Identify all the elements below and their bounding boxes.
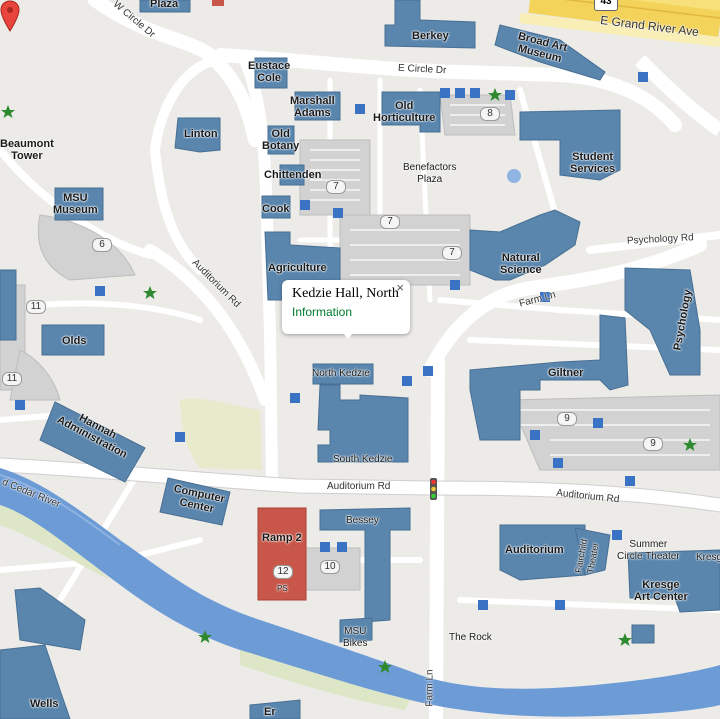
parking-lot-7-c[interactable]: 7 <box>442 246 462 260</box>
building-ramp-2[interactable]: Ramp 2 <box>262 532 302 544</box>
building-south-kedzie[interactable]: South Kedzie <box>333 454 393 466</box>
building-cook[interactable]: Cook <box>262 203 290 215</box>
parking-lot-8[interactable]: 8 <box>480 107 500 121</box>
parking-lot-7-b[interactable]: 7 <box>380 215 400 229</box>
building-olds[interactable]: Olds <box>62 335 86 347</box>
campus-map[interactable]: 43 W Circle Dr E Circle Dr E Grand River… <box>0 0 720 719</box>
building-marshall-adams[interactable]: Marshall Adams <box>290 95 335 119</box>
parking-ramp-12[interactable]: 12 <box>273 565 293 579</box>
parking-lot-10[interactable]: 10 <box>320 560 340 574</box>
building-bessey[interactable]: Bessey <box>346 515 379 527</box>
building-kresge-art-center[interactable]: Kresge Art Center <box>634 579 688 603</box>
parking-lot-6[interactable]: 6 <box>92 238 112 252</box>
building-auditorium[interactable]: Auditorium <box>505 544 564 556</box>
parking-lot-11-a[interactable]: 11 <box>26 300 46 314</box>
popup-information-link[interactable]: Information <box>292 305 352 319</box>
parking-lot-11-b[interactable]: 11 <box>2 372 22 386</box>
building-eustace-cole[interactable]: Eustace Cole <box>248 60 290 84</box>
building-giltner[interactable]: Giltner <box>548 367 583 379</box>
building-wells[interactable]: Wells <box>30 698 59 710</box>
building-natural-science[interactable]: Natural Science <box>500 252 542 276</box>
building-old-horticulture[interactable]: Old Horticulture <box>373 100 435 124</box>
ramp-ps-label: PS <box>277 584 288 593</box>
building-agriculture[interactable]: Agriculture <box>268 262 327 274</box>
popup-close-button[interactable]: × <box>396 280 404 295</box>
road-farm-ln-south: Farm Ln <box>424 669 436 707</box>
road-e-circle-dr: E Circle Dr <box>397 62 447 77</box>
popup-title: Kedzie Hall, North <box>292 286 399 301</box>
highway-43-shield: 43 <box>594 0 618 11</box>
building-beaumont-tower[interactable]: Beaumont Tower <box>0 138 54 162</box>
building-msu-museum[interactable]: MSU Museum <box>53 192 98 216</box>
parking-lot-7-a[interactable]: 7 <box>326 180 346 194</box>
building-old-botany[interactable]: Old Botany <box>262 128 299 152</box>
road-auditorium-rd: Auditorium Rd <box>327 481 391 492</box>
building-north-kedzie[interactable]: North Kedzie <box>312 368 370 380</box>
building-kresge[interactable]: Kresge <box>696 552 720 564</box>
building-student-services[interactable]: Student Services <box>570 151 615 175</box>
building-plaza[interactable]: Plaza <box>150 0 178 10</box>
building-berkey[interactable]: Berkey <box>412 30 449 42</box>
popup-tail <box>340 329 356 339</box>
parking-lot-9-a[interactable]: 9 <box>557 412 577 426</box>
map-base <box>0 0 720 719</box>
building-summer-circle-theater[interactable]: Summer Circle Theater <box>617 539 680 563</box>
building-linton[interactable]: Linton <box>184 128 218 140</box>
building-chittenden[interactable]: Chittenden <box>264 169 321 181</box>
landmark-benefactors-plaza[interactable]: Benefactors Plaza <box>403 162 456 186</box>
location-marker-icon[interactable] <box>0 0 20 32</box>
building-er[interactable]: Er <box>264 706 276 718</box>
building-msu-bikes[interactable]: MSU Bikes <box>343 626 367 650</box>
info-popup: Kedzie Hall, North Information × <box>282 280 410 334</box>
landmark-the-rock[interactable]: The Rock <box>449 632 492 644</box>
parking-lot-9-b[interactable]: 9 <box>643 437 663 451</box>
